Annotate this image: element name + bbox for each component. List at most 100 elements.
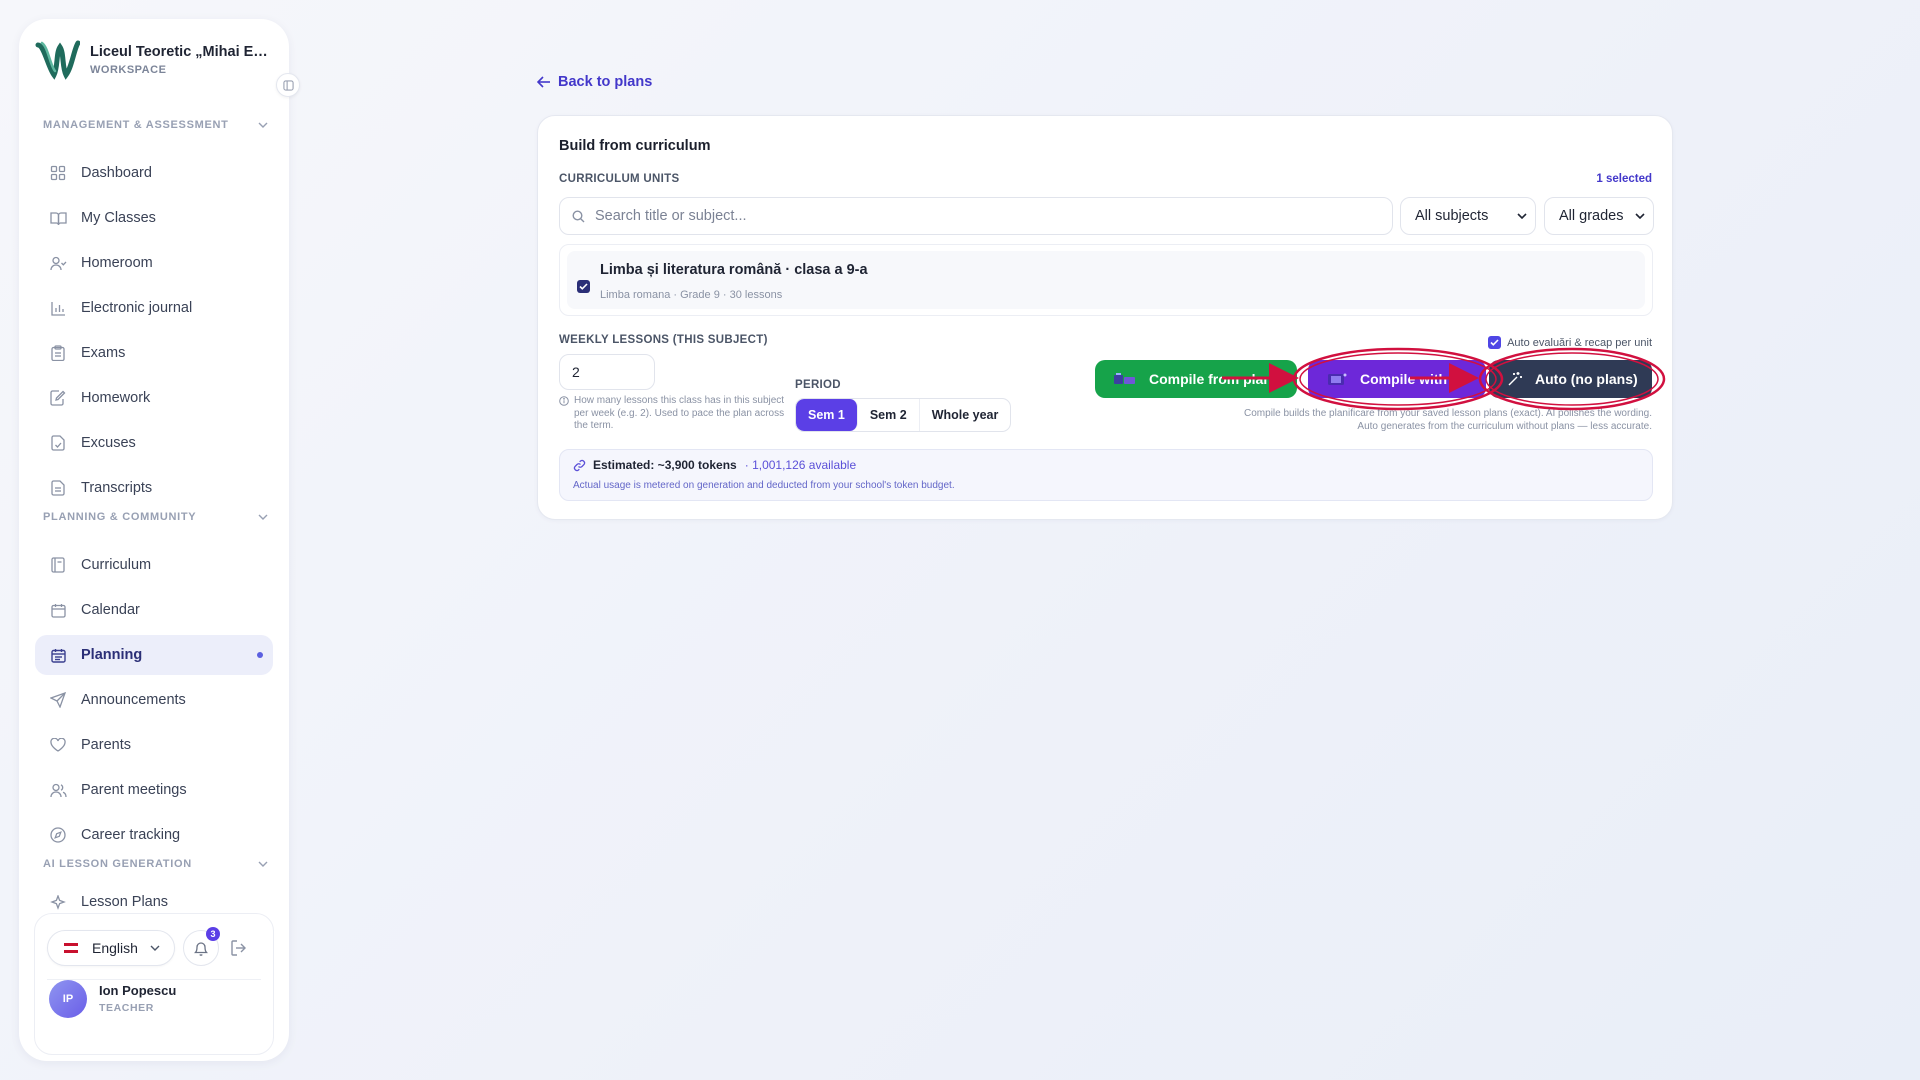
sidebar-item-career-tracking[interactable]: Career tracking [35,815,273,855]
sidebar-item-planning[interactable]: Planning [35,635,273,675]
sidebar-item-label: Lesson Plans [81,894,169,910]
sidebar-item-label: Electronic journal [81,300,193,316]
weekly-lessons-label: WEEKLY LESSONS (THIS SUBJECT) [559,334,768,346]
heart-icon [49,736,67,754]
calendar-icon [49,601,67,619]
sidebar-item-label: Dashboard [81,165,152,181]
sidebar-item-homeroom[interactable]: Homeroom [35,243,273,283]
period-selector: Sem 1 Sem 2 Whole year [795,398,1012,432]
sidebar-item-label: Planning [81,647,143,663]
user-card: English 3 IP Ion Popescu TEACHER [34,913,274,1055]
language-selector[interactable]: English [47,930,175,966]
sidebar-item-parents[interactable]: Parents [35,725,273,765]
compile-with-ai-label: Compile with AI [1360,371,1465,387]
period-sem-1[interactable]: Sem 1 [796,399,858,431]
sidebar-item-my-classes[interactable]: My Classes [35,198,273,238]
sidebar-item-label: Excuses [81,435,136,451]
compass-icon [49,826,67,844]
grid-icon [49,164,67,182]
card-title: Build from curriculum [559,138,711,154]
token-estimate: Estimated: ~3,900 tokens [593,458,737,472]
unit-checkbox[interactable] [577,280,590,293]
link-icon [573,459,586,472]
school-logo-icon [35,40,80,80]
edit-document-icon [49,389,67,407]
sidebar-item-label: Calendar [81,602,140,618]
check-icon [1490,339,1499,346]
weekly-help-text: How many lessons this class has in this … [574,395,785,431]
compile-with-ai-button[interactable]: Compile with AI [1308,360,1486,398]
sidebar-item-excuses[interactable]: Excuses [35,423,273,463]
sidebar-item-announcements[interactable]: Announcements [35,680,273,720]
period-whole-year[interactable]: Whole year [920,399,1011,431]
sidebar-item-label: My Classes [81,210,156,226]
sidebar-item-label: Exams [81,345,126,361]
file-text-icon [49,479,67,497]
chevron-down-icon [258,861,268,867]
subject-filter-select[interactable]: All subjects [1400,197,1536,235]
auto-no-plans-label: Auto (no plans) [1535,371,1638,387]
send-icon [49,691,67,709]
calendar-list-icon [49,646,67,664]
auto-recap-option[interactable]: Auto evaluări & recap per unit [1488,336,1652,349]
search-field[interactable] [559,197,1393,235]
sidebar-item-curriculum[interactable]: Curriculum [35,545,273,585]
logout-icon[interactable] [230,939,248,957]
compile-from-plans-label: Compile from plans [1149,371,1280,387]
notebook-icon [49,556,67,574]
search-input[interactable] [595,208,1375,224]
collapse-sidebar-button[interactable] [276,73,300,97]
sidebar-item-calendar[interactable]: Calendar [35,590,273,630]
user-check-icon [49,254,67,272]
compile-help-text: Compile builds the planificare from your… [1192,408,1652,433]
compile-from-plans-button[interactable]: Compile from plans [1095,360,1297,398]
back-to-plans-link[interactable]: Back to plans [537,74,652,90]
workspace-label: WORKSPACE [90,64,167,76]
sidebar-item-homework[interactable]: Homework [35,378,273,418]
check-icon [579,283,588,290]
notification-count-badge: 3 [206,927,220,941]
section-planning-community[interactable]: PLANNING & COMMUNITY [43,507,268,527]
section-title: MANAGEMENT & ASSESSMENT [43,119,229,131]
section-title: AI LESSON GENERATION [43,858,192,870]
period-sem-2[interactable]: Sem 2 [858,399,920,431]
section-management-assessment[interactable]: MANAGEMENT & ASSESSMENT [43,115,268,135]
sidebar-item-lesson-plans[interactable]: Lesson Plans [35,888,273,910]
flag-icon [64,943,78,953]
chevron-down-icon [258,514,268,520]
token-usage-note: Actual usage is metered on generation an… [573,480,955,491]
list-item[interactable]: Limba și literatura română · clasa a 9-a… [567,251,1645,309]
sidebar-item-label: Curriculum [81,557,152,573]
weekly-lessons-input[interactable]: 2 [559,354,655,390]
unit-meta: Limba romana · Grade 9 · 30 lessons [600,289,783,301]
sidebar-item-electronic-journal[interactable]: Electronic journal [35,288,273,328]
auto-recap-checkbox[interactable] [1488,336,1502,349]
notifications-button[interactable]: 3 [183,927,220,966]
grade-filter-select[interactable]: All grades [1544,197,1654,235]
section-title: PLANNING & COMMUNITY [43,511,197,523]
search-icon [572,209,585,223]
sidebar-item-dashboard[interactable]: Dashboard [35,153,273,193]
sidebar-item-exams[interactable]: Exams [35,333,273,373]
section-ai-lesson-generation[interactable]: AI LESSON GENERATION [43,854,268,874]
chevron-down-icon [258,122,268,128]
users-icon [49,781,67,799]
auto-no-plans-button[interactable]: Auto (no plans) [1489,360,1652,398]
chevron-down-icon [150,945,160,951]
sidebar-item-transcripts[interactable]: Transcripts [35,468,273,508]
unit-title: Limba și literatura română · clasa a 9-a [600,262,868,278]
subject-filter-value: All subjects [1415,208,1489,224]
sidebar-item-label: Homework [81,390,151,406]
workspace-brand[interactable]: Liceul Teoretic „Mihai Emi... WORKSPACE [34,37,279,83]
token-estimate-panel: Estimated: ~3,900 tokens · 1,001,126 ava… [559,449,1653,501]
avatar[interactable]: IP [49,980,87,1018]
sidebar-item-label: Career tracking [81,827,181,843]
sidebar-item-parent-meetings[interactable]: Parent meetings [35,770,273,810]
sidebar-item-label: Homeroom [81,255,153,271]
sidebar-toggle-icon [282,79,294,91]
books-icon [1113,372,1137,386]
sidebar: Liceul Teoretic „Mihai Emi... WORKSPACE … [19,19,300,1061]
compile-help-line-2: Auto generates from the curriculum witho… [1357,420,1652,432]
back-link-label: Back to plans [558,74,653,90]
compile-help-line-1: Compile builds the planificare from your… [1244,408,1652,419]
